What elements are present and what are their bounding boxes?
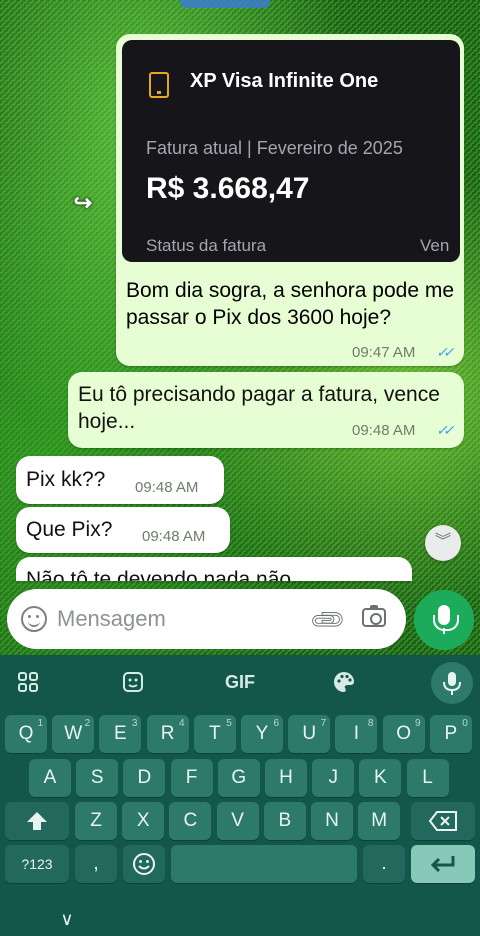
message-bubble-incoming[interactable]: Que Pix? 09:48 AM [16,507,230,553]
card-image[interactable]: XP Visa Infinite One Fatura atual | Feve… [122,40,460,262]
mic-icon [433,605,459,631]
voice-input-button[interactable] [431,662,473,704]
key-j[interactable]: J [312,759,355,797]
key-f[interactable]: F [170,759,213,797]
card-title: XP Visa Infinite One [190,70,379,92]
key-k[interactable]: K [359,759,402,797]
message-bubble-outgoing[interactable]: Eu tô precisando pagar a fatura, vence h… [68,372,464,448]
key-n[interactable]: N [311,802,353,840]
key-q[interactable]: Q1 [5,715,47,753]
symbols-key[interactable]: ?123 [5,845,69,883]
comma-key[interactable]: , [75,845,117,883]
mic-icon [443,672,461,695]
key-m[interactable]: M [358,802,401,840]
card-amount: R$ 3.668,47 [146,172,310,205]
gif-button[interactable]: GIF [219,667,261,697]
card-status: Status da fatura [146,236,267,255]
palette-icon[interactable] [324,667,364,697]
emoji-icon[interactable] [21,606,47,632]
card-due: Ven [420,236,450,255]
key-g[interactable]: G [217,759,260,797]
apps-grid-icon[interactable] [8,667,48,697]
key-x[interactable]: X [122,802,165,840]
status-indicator [180,0,270,8]
forward-icon[interactable]: ↪ [68,188,98,218]
key-p[interactable]: P0 [429,715,472,753]
message-text: Pix kk?? [26,468,106,491]
message-input[interactable] [57,604,297,634]
key-l[interactable]: L [406,759,449,797]
message-bubble-incoming[interactable]: Pix kk?? 09:48 AM [16,456,224,504]
key-r[interactable]: R4 [146,715,189,753]
message-time: 09:48 AM [142,528,206,545]
key-u[interactable]: U7 [288,715,331,753]
emoji-icon [133,853,155,875]
message-time: 09:48 AM [135,479,199,496]
key-a[interactable]: A [29,759,71,797]
shift-key[interactable] [5,802,69,840]
mic-button[interactable] [414,590,474,650]
read-ticks-icon: ✓✓ [436,422,455,438]
chat-area[interactable]: ↪ XP Visa Infinite One Fatura atual | Fe… [0,0,480,655]
message-text: Não tô te devendo nada não [26,568,292,581]
message-bubble-incoming[interactable]: Não tô te devendo nada não [16,557,412,581]
emoji-key[interactable] [123,845,165,883]
key-b[interactable]: B [263,802,306,840]
key-z[interactable]: Z [75,802,117,840]
backspace-icon [428,811,457,831]
key-h[interactable]: H [265,759,307,797]
enter-key[interactable] [411,845,475,883]
backspace-key[interactable] [411,802,475,840]
key-v[interactable]: V [216,802,259,840]
key-s[interactable]: S [76,759,119,797]
key-w[interactable]: W2 [52,715,95,753]
card-subtitle: Fatura atual | Fevereiro de 2025 [146,138,403,158]
camera-icon[interactable] [362,605,386,627]
message-text: Bom dia sogra, a senhora pode me passar … [126,279,455,329]
card-icon [149,72,169,98]
key-t[interactable]: T5 [193,715,236,753]
chevron-down-double-icon[interactable]: ︾ [425,525,461,561]
space-key[interactable] [171,845,357,883]
message-time: 09:48 AM [352,422,416,439]
paperclip-icon[interactable]: 📎︎ [307,599,349,641]
message-composer: 📎︎ [7,589,406,649]
key-i[interactable]: I8 [335,715,378,753]
key-y[interactable]: Y6 [241,715,283,753]
keyboard: GIF Q1W2E3R4T5Y6U7I8O9P0 ASDFGHJKL ZXCVB… [0,655,480,936]
shift-icon [27,812,47,830]
read-ticks-icon: ✓✓ [436,344,455,360]
message-time: 09:47 AM [352,344,416,361]
key-d[interactable]: D [123,759,166,797]
period-key[interactable]: . [363,845,405,883]
sticker-icon[interactable] [113,667,153,697]
message-text: Que Pix? [26,518,113,541]
chevron-down-icon[interactable]: ∨ [56,909,78,931]
key-o[interactable]: O9 [382,715,425,753]
key-c[interactable]: C [169,802,212,840]
key-e[interactable]: E3 [99,715,142,753]
enter-icon [430,856,455,873]
